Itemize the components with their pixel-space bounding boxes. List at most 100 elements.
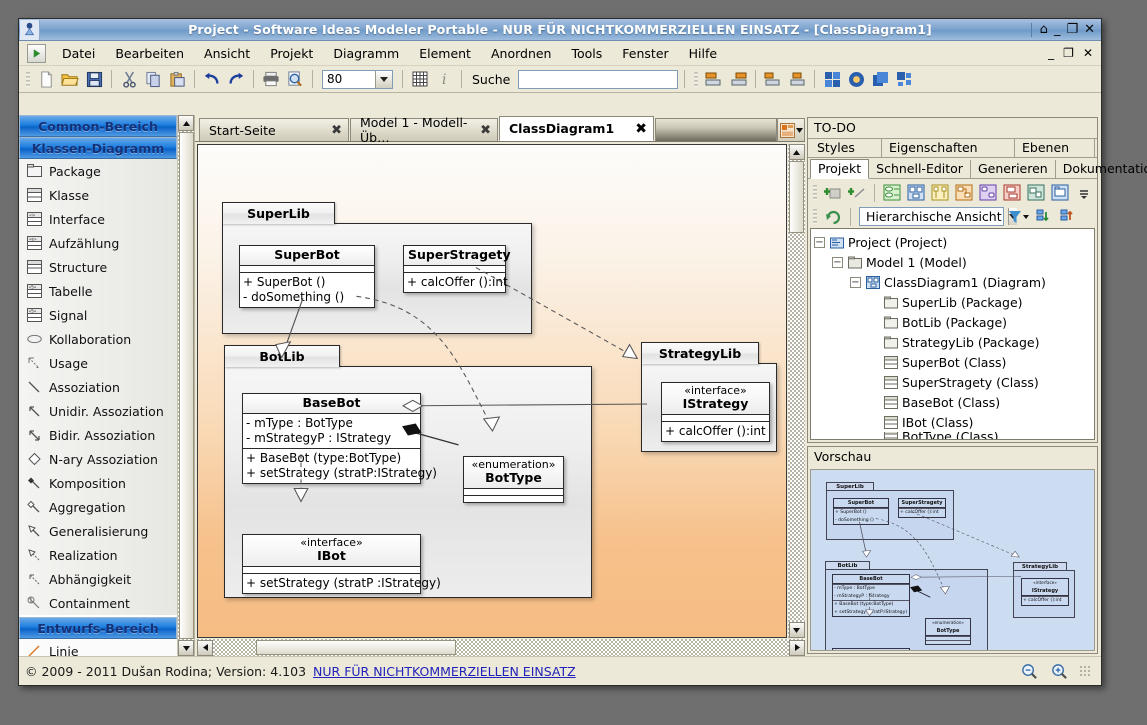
canvas-vertical-scrollbar[interactable] [788, 144, 805, 638]
menu-item-projekt[interactable]: Projekt [260, 43, 323, 64]
tab-start-seite[interactable]: Start-Seite ✖ [199, 118, 349, 141]
paste-icon[interactable] [166, 68, 188, 90]
menu-item-diagramm[interactable]: Diagramm [323, 43, 409, 64]
tab-close-icon[interactable]: ✖ [635, 121, 647, 137]
toolbox-scroll-thumb[interactable] [178, 132, 194, 639]
menu-item-anordnen[interactable]: Anordnen [481, 43, 562, 64]
menu-item-element[interactable]: Element [409, 43, 481, 64]
grid-icon[interactable] [409, 68, 431, 90]
menu-item-bearbeiten[interactable]: Bearbeiten [105, 43, 194, 64]
mdi-restore-button[interactable]: ❐ [1063, 46, 1074, 60]
toolbox-item-interface[interactable]: «i» Interface [19, 207, 177, 231]
toolbox-item-generalisierung[interactable]: Generalisierung [19, 519, 177, 543]
refresh-icon[interactable] [822, 206, 844, 227]
tree-row-bottype[interactable]: BotType (Class) [814, 432, 1094, 440]
class-bottype[interactable]: «enumeration» BotType [463, 456, 564, 503]
tab-close-icon[interactable]: ✖ [480, 123, 491, 138]
tab-styles[interactable]: Styles [810, 139, 882, 157]
add-relation-icon[interactable] [846, 182, 868, 203]
canvas-vertical-scroll-thumb[interactable] [789, 161, 804, 233]
info-icon[interactable]: i [433, 68, 455, 90]
toolbox-item-package[interactable]: Package [19, 159, 177, 183]
view-mode-combobox[interactable]: Hierarchische Ansicht [859, 207, 1017, 227]
zoom-out-icon[interactable] [1019, 661, 1039, 681]
tab-schnell-editor[interactable]: Schnell-Editor [869, 160, 971, 178]
class-superstragety[interactable]: SuperStragety + calcOffer ():int [403, 245, 511, 293]
class-istrategy[interactable]: «interface» IStrategy + calcOffer ():int [661, 382, 770, 442]
cut-icon[interactable] [118, 68, 140, 90]
activity-diagram-icon[interactable] [953, 182, 975, 203]
toolbox-item-klasse[interactable]: Klasse [19, 183, 177, 207]
scroll-right-arrow-icon[interactable] [789, 639, 805, 656]
expand-tree-icon[interactable] [1034, 206, 1056, 227]
package-diagram-icon[interactable] [1049, 182, 1071, 203]
run-icon[interactable] [27, 43, 46, 63]
toolbar-grip-2[interactable] [694, 70, 699, 88]
package-strategylib[interactable]: StrategyLib «interface» IStrategy + calc… [641, 342, 777, 452]
mdi-close-button[interactable]: ✕ [1083, 46, 1093, 60]
chevron-down-icon[interactable] [375, 70, 392, 88]
class-basebot[interactable]: BaseBot - mType : BotType - mStrategyP :… [242, 393, 437, 484]
group-icon[interactable] [893, 68, 915, 90]
menu-item-ansicht[interactable]: Ansicht [194, 43, 260, 64]
tab-dokumentation[interactable]: Dokumentatio [1056, 160, 1147, 178]
project-tree[interactable]: − Project (Project) − Model 1 (Model) − … [810, 228, 1095, 440]
tab-classdiagram1[interactable]: ClassDiagram1 ✖ [499, 116, 654, 141]
align-left-icon[interactable] [703, 68, 725, 90]
menu-item-datei[interactable]: Datei [52, 43, 105, 64]
dock-title-vorschau[interactable]: Vorschau [808, 447, 1097, 467]
tab-ebenen[interactable]: Ebenen [1015, 139, 1095, 157]
toolbox-item-linie[interactable]: Linie [19, 639, 177, 656]
scroll-left-arrow-icon[interactable] [197, 639, 213, 656]
tab-close-icon[interactable]: ✖ [331, 123, 342, 138]
tree-row-ibot[interactable]: IBot (Class) [814, 412, 1094, 432]
app-icon[interactable] [20, 19, 40, 40]
distribute-vertical-icon[interactable] [786, 68, 808, 90]
tree-expander[interactable]: − [814, 236, 825, 248]
print-icon[interactable] [260, 68, 282, 90]
project-view-grip[interactable] [813, 208, 817, 226]
tree-row-classdiagram1[interactable]: − ClassDiagram1 (Diagram) [814, 272, 1094, 292]
component-diagram-icon[interactable] [1001, 182, 1023, 203]
toolbox-item-nary-assoziation[interactable]: N-ary Assoziation [19, 447, 177, 471]
zoom-combobox[interactable]: 80 [322, 69, 393, 89]
window-maximize-button[interactable]: ❐ [1066, 22, 1078, 37]
canvas-horizontal-scroll-thumb[interactable] [256, 640, 456, 655]
toolbox-group-common[interactable]: Common-Bereich [19, 115, 177, 137]
print-preview-icon[interactable] [284, 68, 306, 90]
class-superbot[interactable]: SuperBot + SuperBot () - doSomething () [239, 245, 375, 308]
title-bar[interactable]: Project - Software Ideas Modeler Portabl… [19, 19, 1101, 41]
tree-row-superlib[interactable]: SuperLib (Package) [814, 292, 1094, 312]
open-folder-icon[interactable] [59, 68, 81, 90]
toolbox-item-bidir-assoziation[interactable]: Bidir. Assoziation [19, 423, 177, 447]
zoom-value[interactable]: 80 [323, 71, 375, 88]
more-icon[interactable] [1073, 182, 1095, 203]
resize-grip-icon[interactable] [1079, 665, 1091, 677]
tab-eigenschaften[interactable]: Eigenschaften [882, 139, 1015, 157]
tab-generieren[interactable]: Generieren [971, 160, 1056, 178]
window-minimize-button[interactable]: _ [1054, 22, 1061, 37]
distribute-horizontal-icon[interactable] [762, 68, 784, 90]
package-superlib[interactable]: SuperLib SuperBot + SuperBot () - doSome… [222, 202, 532, 334]
toolbox-item-assoziation[interactable]: Assoziation [19, 375, 177, 399]
style-icon[interactable] [845, 68, 867, 90]
preview-canvas[interactable]: SuperLib SuperBot + SuperBot () - doSome… [810, 469, 1095, 651]
toolbox-group-klassen-diagramm[interactable]: Klassen-Diagramm [19, 137, 177, 159]
mdi-minimize-button[interactable]: _ [1048, 46, 1054, 60]
class-diagram-icon[interactable] [905, 182, 927, 203]
tab-projekt[interactable]: Projekt [810, 159, 870, 179]
toolbox-item-containment[interactable]: Containment [19, 591, 177, 615]
tree-row-basebot[interactable]: BaseBot (Class) [814, 392, 1094, 412]
tree-expander[interactable]: − [832, 256, 843, 268]
tree-row-botlib[interactable]: BotLib (Package) [814, 312, 1094, 332]
tree-row-model-1[interactable]: − Model 1 (Model) [814, 252, 1094, 272]
toolbox-item-komposition[interactable]: Komposition [19, 471, 177, 495]
toolbox-item-aggregation[interactable]: Aggregation [19, 495, 177, 519]
layout-grid-icon[interactable] [821, 68, 843, 90]
scroll-down-arrow-icon[interactable] [788, 622, 805, 638]
zoom-in-icon[interactable] [1049, 661, 1069, 681]
undo-icon[interactable] [201, 68, 223, 90]
search-input[interactable] [518, 69, 679, 89]
menu-item-tools[interactable]: Tools [561, 43, 612, 64]
project-toolbar-grip[interactable] [813, 184, 817, 202]
